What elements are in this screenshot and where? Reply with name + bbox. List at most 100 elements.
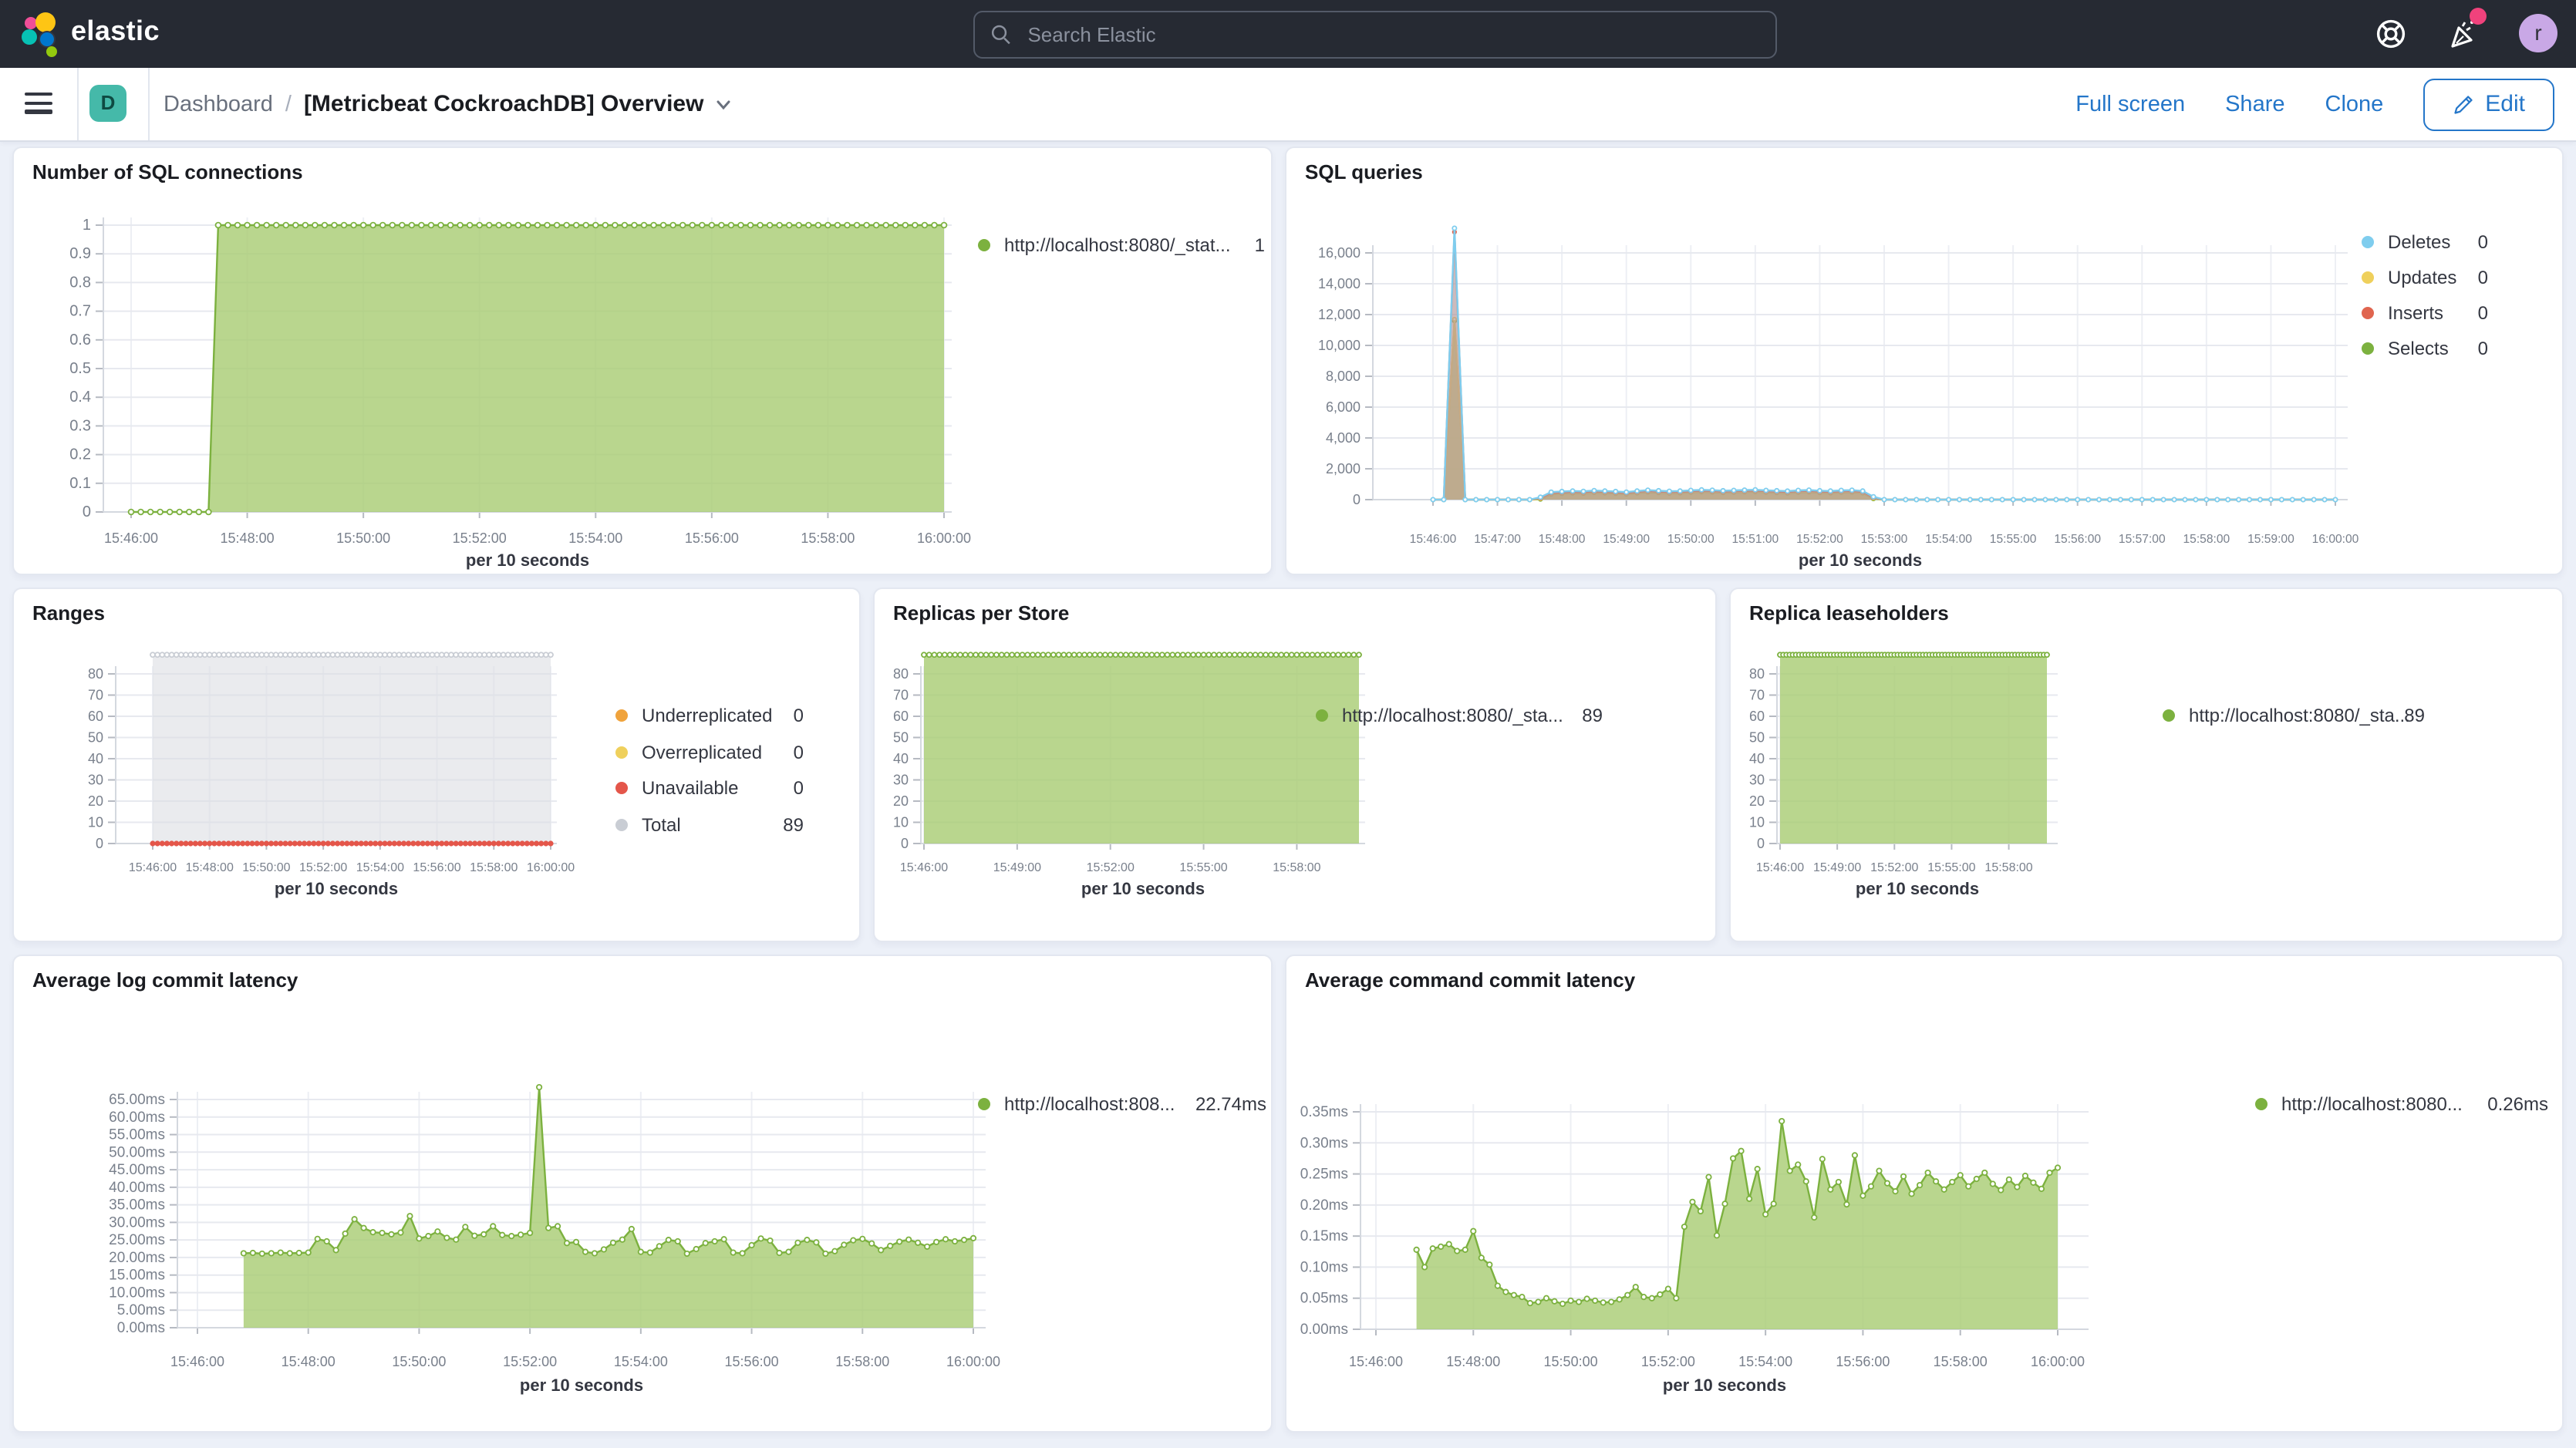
legend-item[interactable]: Unavailable0 xyxy=(615,776,804,800)
svg-text:0: 0 xyxy=(96,836,103,851)
svg-text:50.00ms: 50.00ms xyxy=(109,1144,165,1160)
sql-connections-chart[interactable]: 15:46:0015:48:0015:50:0015:52:0015:54:00… xyxy=(14,148,1274,577)
legend-item[interactable]: Updates0 xyxy=(2362,265,2488,290)
legend-item[interactable]: http://localhost:808...22.74ms xyxy=(978,1092,1266,1116)
legend-item[interactable]: http://localhost:8080/_sta...89 xyxy=(1316,703,1603,728)
full-screen-button[interactable]: Full screen xyxy=(2075,92,2185,116)
legend-label: Overreplicated xyxy=(642,741,762,763)
svg-text:16:00:00: 16:00:00 xyxy=(917,530,971,546)
svg-text:1: 1 xyxy=(83,217,91,234)
legend-color-dot xyxy=(2362,307,2374,319)
svg-text:14,000: 14,000 xyxy=(1318,276,1360,291)
svg-text:15:56:00: 15:56:00 xyxy=(2054,533,2101,546)
svg-text:80: 80 xyxy=(893,666,909,682)
help-icon[interactable] xyxy=(2372,15,2409,52)
svg-text:60.00ms: 60.00ms xyxy=(109,1110,165,1126)
svg-text:12,000: 12,000 xyxy=(1318,307,1360,322)
panel-title: Ranges xyxy=(32,601,105,625)
panel-sql-queries: 15:46:0015:47:0015:48:0015:49:0015:50:00… xyxy=(1285,146,2564,575)
legend-color-dot xyxy=(615,782,628,794)
menu-hamburger-icon[interactable] xyxy=(25,93,52,114)
svg-text:15:56:00: 15:56:00 xyxy=(1836,1354,1890,1369)
svg-text:40: 40 xyxy=(1749,751,1765,766)
legend-value: 0 xyxy=(2478,231,2488,253)
user-avatar[interactable]: r xyxy=(2519,14,2557,52)
svg-text:0.8: 0.8 xyxy=(69,274,91,291)
legend-color-dot xyxy=(2362,271,2374,284)
svg-text:15:58:00: 15:58:00 xyxy=(835,1354,889,1369)
svg-text:15:52:00: 15:52:00 xyxy=(1796,533,1843,546)
svg-text:16:00:00: 16:00:00 xyxy=(527,861,575,874)
svg-text:10: 10 xyxy=(88,815,103,830)
panel-title: Average command commit latency xyxy=(1305,968,1635,992)
svg-text:15:58:00: 15:58:00 xyxy=(1984,861,2032,874)
svg-text:15:54:00: 15:54:00 xyxy=(1925,533,1972,546)
legend-item[interactable]: Deletes0 xyxy=(2362,230,2488,254)
legend-color-dot xyxy=(2163,709,2175,722)
svg-text:15:46:00: 15:46:00 xyxy=(104,530,158,546)
svg-text:0.6: 0.6 xyxy=(69,332,91,349)
legend-value: 0 xyxy=(2478,267,2488,288)
share-button[interactable]: Share xyxy=(2225,92,2284,116)
svg-text:0.00ms: 0.00ms xyxy=(1300,1322,1348,1338)
svg-text:15:48:00: 15:48:00 xyxy=(1446,1354,1500,1369)
svg-text:40: 40 xyxy=(88,751,103,766)
x-axis-label: per 10 seconds xyxy=(1360,1377,2089,1396)
svg-text:15:52:00: 15:52:00 xyxy=(1641,1354,1695,1369)
svg-text:0: 0 xyxy=(1353,492,1360,507)
svg-text:70: 70 xyxy=(1749,688,1765,703)
svg-text:15:58:00: 15:58:00 xyxy=(1934,1354,1988,1369)
svg-text:15:58:00: 15:58:00 xyxy=(801,530,855,546)
svg-text:0.00ms: 0.00ms xyxy=(117,1320,165,1336)
svg-text:50: 50 xyxy=(1749,730,1765,746)
svg-text:10: 10 xyxy=(893,815,909,830)
svg-text:15:55:00: 15:55:00 xyxy=(1927,861,1975,874)
panel-average-log-commit-latency: 15:46:0015:48:0015:50:0015:52:0015:54:00… xyxy=(12,955,1273,1433)
elastic-wordmark: elastic xyxy=(71,15,160,48)
legend-item[interactable]: Total89 xyxy=(615,812,804,837)
legend-color-dot xyxy=(615,746,628,758)
avg-command-commit-latency-chart[interactable]: 15:46:0015:48:0015:50:0015:52:0015:54:00… xyxy=(1286,956,2565,1434)
legend-item[interactable]: Underreplicated0 xyxy=(615,703,804,728)
svg-text:15:55:00: 15:55:00 xyxy=(1179,861,1227,874)
global-search[interactable] xyxy=(973,11,1777,59)
legend-label: http://localhost:8080... xyxy=(2281,1093,2463,1115)
svg-text:15:50:00: 15:50:00 xyxy=(1544,1354,1598,1369)
space-badge[interactable]: D xyxy=(89,85,126,122)
legend-item[interactable]: http://localhost:8080...0.26ms xyxy=(2255,1092,2548,1116)
search-input[interactable] xyxy=(1024,22,1760,48)
x-axis-label: per 10 seconds xyxy=(103,552,952,571)
x-axis-label: per 10 seconds xyxy=(116,881,557,899)
svg-text:15:48:00: 15:48:00 xyxy=(186,861,234,874)
search-icon xyxy=(990,23,1012,46)
legend-item[interactable]: http://localhost:8080/_sta...89 xyxy=(2163,703,2425,728)
svg-text:6,000: 6,000 xyxy=(1326,399,1360,415)
sql-queries-chart[interactable]: 15:46:0015:47:0015:48:0015:49:0015:50:00… xyxy=(1286,148,2565,577)
svg-text:60: 60 xyxy=(88,709,103,724)
clone-button[interactable]: Clone xyxy=(2325,92,2384,116)
breadcrumb-dashboard-link[interactable]: Dashboard xyxy=(164,92,273,116)
svg-text:55.00ms: 55.00ms xyxy=(109,1127,165,1143)
edit-button[interactable]: Edit xyxy=(2423,78,2554,130)
legend-color-dot xyxy=(615,709,628,722)
svg-text:0: 0 xyxy=(1757,836,1765,851)
svg-text:80: 80 xyxy=(88,666,103,682)
svg-text:0.15ms: 0.15ms xyxy=(1300,1228,1348,1244)
svg-text:15:58:00: 15:58:00 xyxy=(1273,861,1320,874)
svg-text:5.00ms: 5.00ms xyxy=(117,1302,165,1318)
chevron-down-icon[interactable] xyxy=(714,95,733,113)
elastic-logo-icon[interactable] xyxy=(22,12,65,56)
svg-text:15.00ms: 15.00ms xyxy=(109,1268,165,1284)
panel-ranges: 15:46:0015:48:0015:50:0015:52:0015:54:00… xyxy=(12,588,861,942)
legend-item[interactable]: Inserts0 xyxy=(2362,301,2488,325)
legend-item[interactable]: http://localhost:8080/_stat...1 xyxy=(978,233,1265,258)
avg-log-commit-latency-chart[interactable]: 15:46:0015:48:0015:50:0015:52:0015:54:00… xyxy=(14,956,1274,1434)
divider xyxy=(77,68,79,140)
svg-text:15:51:00: 15:51:00 xyxy=(1732,533,1779,546)
svg-text:15:48:00: 15:48:00 xyxy=(1539,533,1586,546)
svg-text:0.9: 0.9 xyxy=(69,245,91,262)
legend-item[interactable]: Selects0 xyxy=(2362,336,2488,361)
legend-item[interactable]: Overreplicated0 xyxy=(615,739,804,764)
legend-value: 0 xyxy=(2478,338,2488,359)
page-title[interactable]: [Metricbeat CockroachDB] Overview xyxy=(304,91,704,117)
